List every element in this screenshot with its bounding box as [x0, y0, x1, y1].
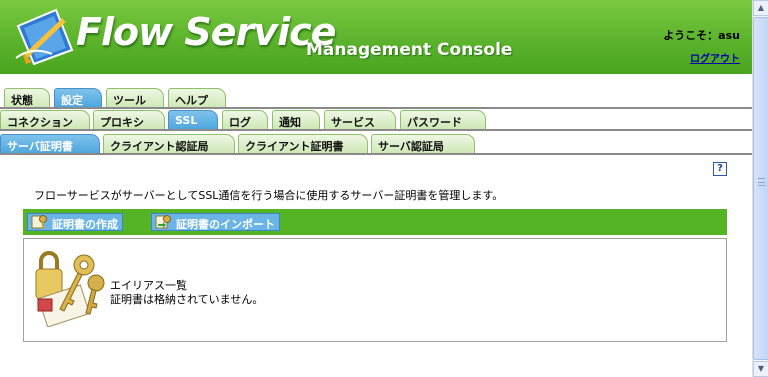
tab-settings[interactable]: 設定: [54, 88, 102, 107]
app-header: Flow Service Management Console ようこそ：asu…: [0, 0, 752, 74]
create-certificate-label: 証明書の作成: [52, 218, 118, 231]
logo-subtitle: Management Console: [306, 40, 513, 60]
certificate-create-icon: [31, 215, 47, 229]
page-description: フローサービスがサーバーとしてSSL通信を行う場合に使用するサーバー証明書を管理…: [34, 189, 504, 202]
tab-server-ca[interactable]: サーバ認証局: [371, 134, 475, 153]
scroll-grip-icon: [758, 178, 765, 186]
ssl-tab-bar: サーバ証明書 クライアント認証局 クライアント証明書 サーバ認証局: [0, 132, 752, 155]
import-certificate-button[interactable]: 証明書のインポート: [151, 213, 280, 231]
logo-title: Flow Service: [76, 10, 336, 54]
tab-password[interactable]: パスワード: [400, 110, 486, 129]
scroll-up-icon[interactable]: ▲: [753, 0, 768, 16]
logout-link[interactable]: ログアウト: [690, 50, 740, 65]
welcome-user-text: ようこそ：asu: [663, 29, 740, 42]
tab-server-certificate[interactable]: サーバ証明書: [0, 134, 100, 153]
vertical-scrollbar[interactable]: ▲ ▼: [752, 0, 768, 377]
create-certificate-button[interactable]: 証明書の作成: [27, 213, 123, 231]
import-certificate-label: 証明書のインポート: [176, 218, 275, 231]
certificate-list-panel: エイリアス一覧 証明書は格納されていません。: [23, 238, 727, 342]
tab-client-ca[interactable]: クライアント認証局: [103, 134, 235, 153]
tab-connection[interactable]: コネクション: [0, 110, 90, 129]
scroll-thumb[interactable]: [753, 17, 768, 360]
certificate-keys-icon: [35, 251, 105, 327]
tab-client-certificate[interactable]: クライアント証明書: [238, 134, 368, 153]
certificate-import-icon: [155, 215, 171, 229]
tab-notification[interactable]: 通知: [272, 110, 320, 129]
settings-tab-bar: コネクション プロキシ SSL ログ 通知 サービス パスワード: [0, 108, 752, 131]
help-icon[interactable]: ?: [713, 162, 727, 176]
tab-service[interactable]: サービス: [324, 110, 396, 129]
flow-service-logo-icon: [15, 8, 74, 66]
main-tab-bar: 状態 設定 ツール ヘルプ: [0, 86, 752, 109]
tab-tools[interactable]: ツール: [106, 88, 164, 107]
empty-certificates-message: 証明書は格納されていません。: [110, 293, 264, 306]
tab-status[interactable]: 状態: [4, 88, 50, 107]
tab-log[interactable]: ログ: [222, 110, 268, 129]
tab-proxy[interactable]: プロキシ: [93, 110, 165, 129]
tab-row-divider: [0, 153, 752, 155]
tab-help[interactable]: ヘルプ: [168, 88, 226, 107]
tab-ssl[interactable]: SSL: [168, 110, 218, 129]
scroll-down-icon[interactable]: ▼: [753, 361, 768, 377]
tab-row-divider: [0, 129, 752, 131]
certificate-action-bar: 証明書の作成 証明書のインポート: [23, 209, 727, 235]
